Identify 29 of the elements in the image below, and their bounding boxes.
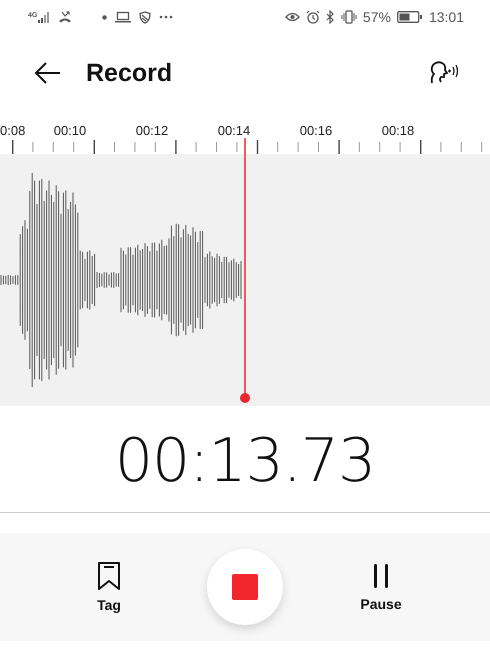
ruler-time-label: 00:10: [54, 123, 86, 138]
dot-icon: [102, 14, 108, 20]
bookmark-icon: [97, 561, 121, 591]
more-icon: [159, 15, 174, 19]
elapsed-time: 00:13.73: [114, 426, 376, 496]
ruler-time-label: 0:08: [0, 123, 26, 138]
voice-enhance-button[interactable]: [428, 61, 460, 85]
battery-icon: [396, 11, 423, 23]
alarm-icon: [306, 10, 320, 24]
pause-button[interactable]: Pause: [341, 558, 421, 616]
bluetooth-icon: [326, 10, 335, 24]
signal-icon: [38, 12, 50, 22]
eye-icon: [284, 12, 300, 22]
back-button[interactable]: [34, 61, 62, 85]
laptop-icon: [115, 11, 132, 23]
pause-icon: [371, 562, 391, 590]
tag-button[interactable]: Tag: [69, 557, 149, 617]
page-title: Record: [86, 58, 174, 88]
missed-call-icon: [58, 11, 72, 23]
battery-percent: 57%: [362, 9, 391, 25]
vibrate-icon: [340, 10, 357, 24]
stop-icon: [232, 574, 258, 600]
playhead[interactable]: [240, 138, 250, 404]
ruler-time-label: 00:14: [218, 123, 250, 138]
ruler-time-label: 00:18: [382, 123, 414, 138]
shield-icon: [139, 10, 152, 24]
ruler-time-label: 00:16: [300, 123, 332, 138]
status-time: 13:01: [428, 9, 464, 25]
ruler-time-label: 00:12: [136, 123, 168, 138]
